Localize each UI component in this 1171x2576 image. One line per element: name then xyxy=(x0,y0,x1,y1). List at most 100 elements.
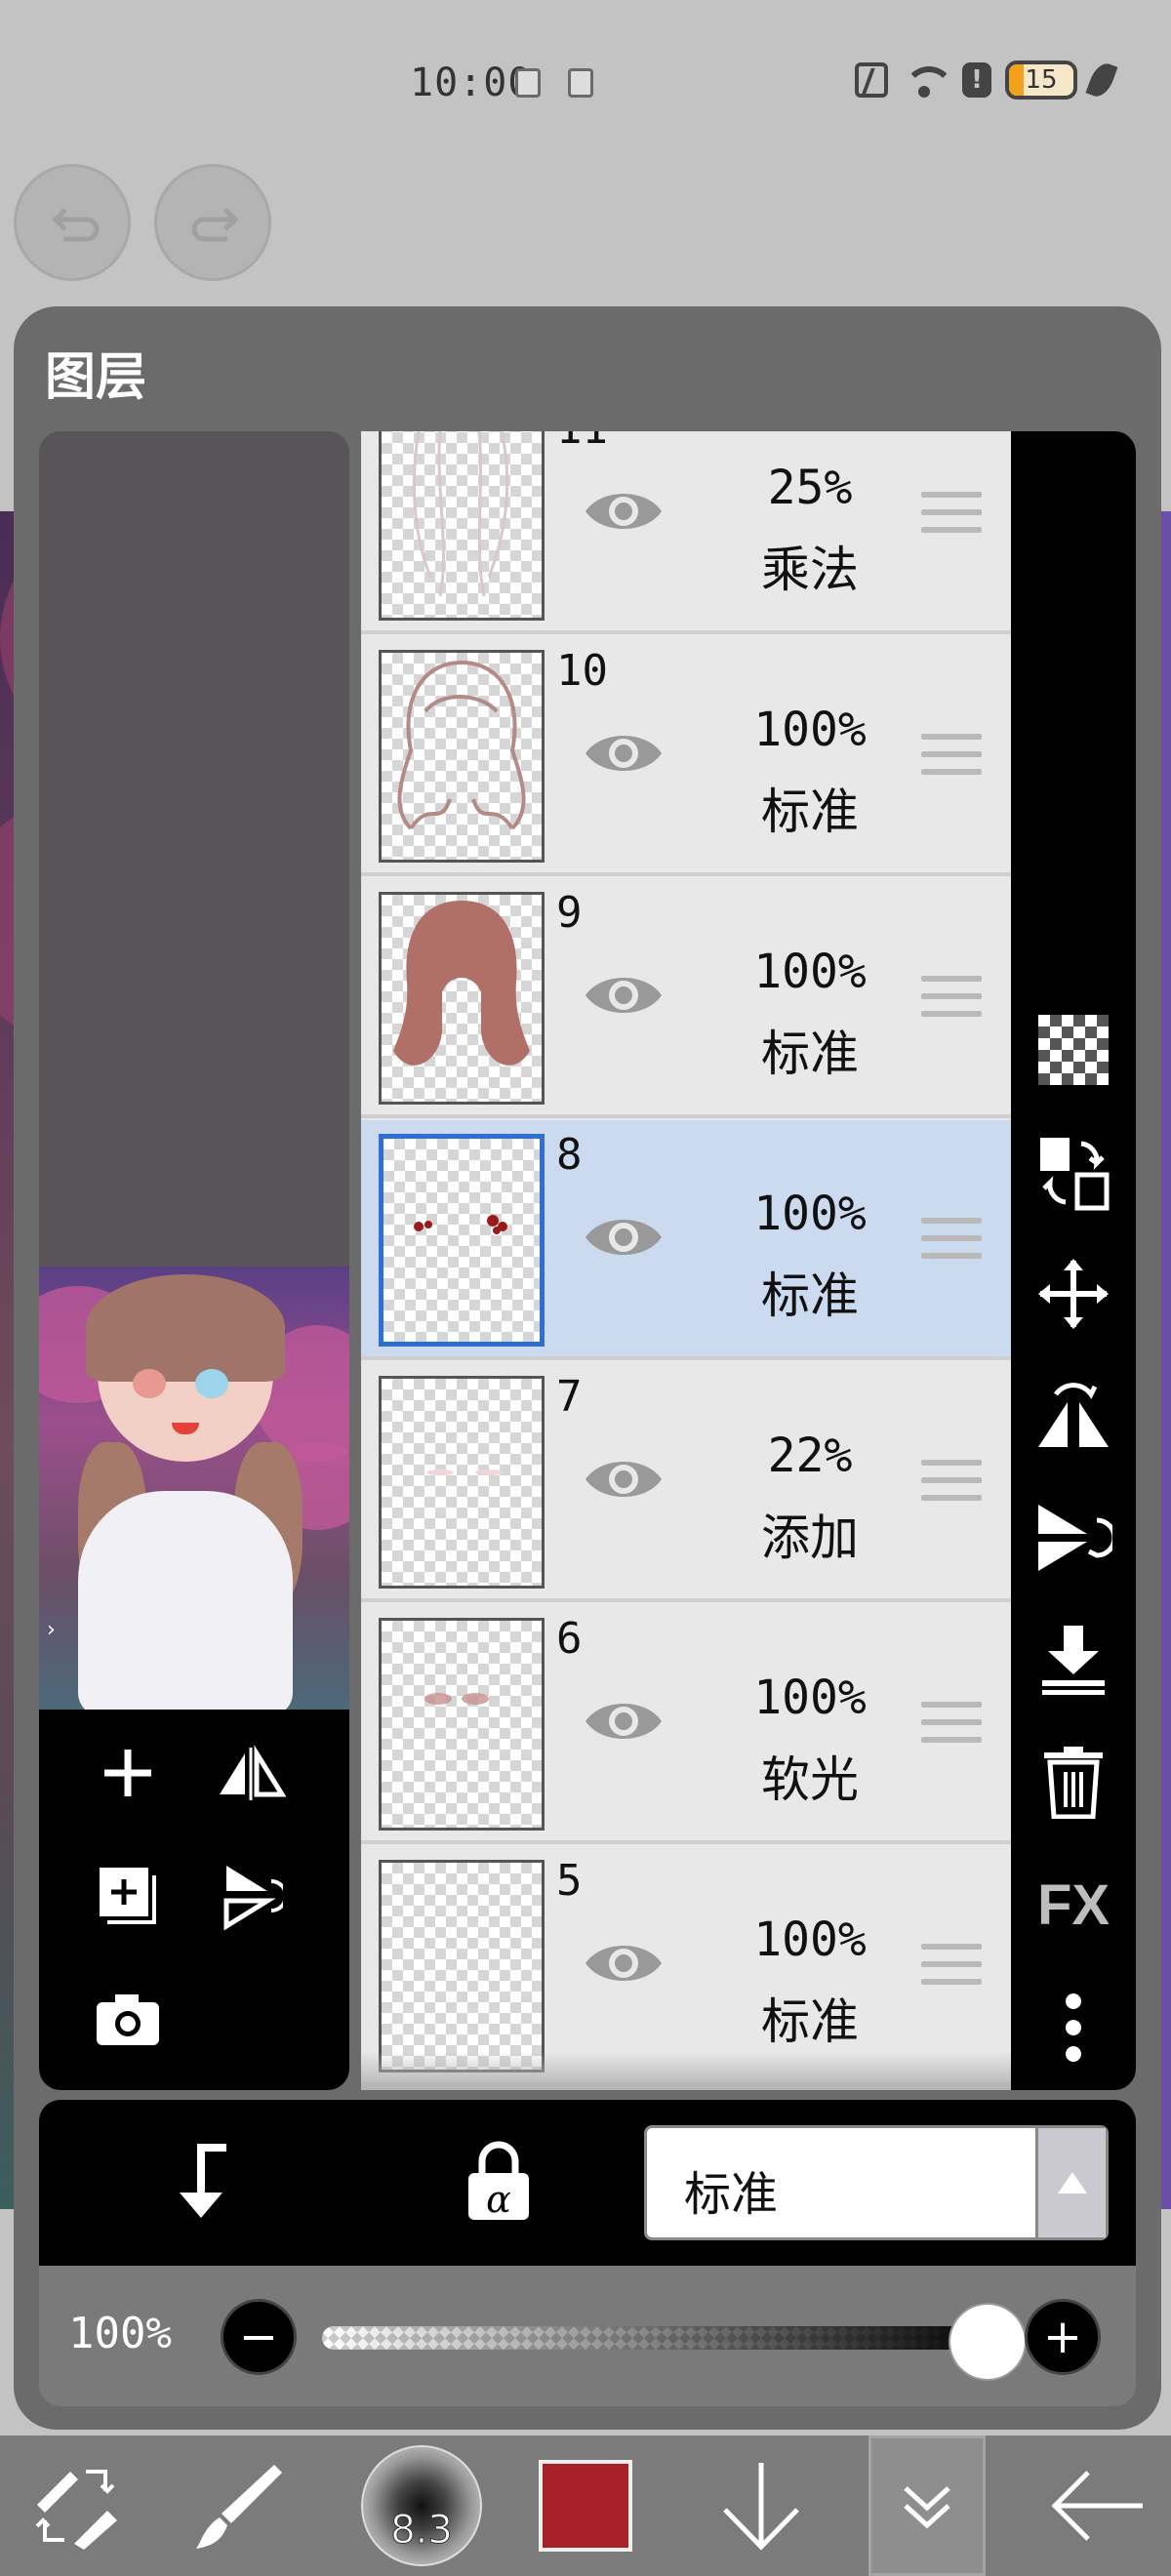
swap-layers-button[interactable] xyxy=(1025,1124,1122,1222)
dropdown-arrow-icon[interactable] xyxy=(1035,2128,1106,2237)
blend-mode-select[interactable]: 标准 xyxy=(644,2125,1109,2240)
drag-handle-icon[interactable] xyxy=(921,734,982,783)
bottom-toolbar: 8.3 xyxy=(0,2435,1171,2576)
fx-button[interactable]: FX xyxy=(1025,1856,1122,1953)
move-button[interactable] xyxy=(1025,1245,1122,1343)
redo-button[interactable] xyxy=(154,164,271,281)
flip-vertical-button[interactable] xyxy=(207,1852,295,1940)
drag-handle-icon[interactable] xyxy=(921,492,982,541)
opacity-slider[interactable] xyxy=(322,2326,1005,2350)
merge-down-icon xyxy=(1042,1626,1105,1695)
layer-thumbnail[interactable] xyxy=(379,1618,545,1831)
layer-number: 11 xyxy=(556,431,608,454)
panel-title: 图层 xyxy=(45,347,147,407)
camera-icon xyxy=(97,1994,159,2045)
brush-icon xyxy=(196,2465,282,2549)
drag-handle-icon[interactable] xyxy=(921,1702,982,1751)
layer-thumbnail[interactable] xyxy=(379,1134,545,1347)
layer-number: 5 xyxy=(556,1856,583,1906)
wifi-icon xyxy=(902,60,954,100)
move-icon xyxy=(1038,1259,1109,1329)
layer-number: 10 xyxy=(556,646,608,696)
list-scroll-fade xyxy=(361,2051,1011,2090)
tool-switch-button[interactable] xyxy=(21,2435,129,2576)
layer-blend-mode: 标准 xyxy=(761,784,859,840)
layer-row[interactable]: 11 25% 乘法 xyxy=(361,431,1011,634)
flip-horizontal-right-button[interactable] xyxy=(1025,1366,1122,1464)
drag-handle-icon[interactable] xyxy=(921,976,982,1025)
pen-eraser-swap-icon xyxy=(35,2470,117,2550)
layer-row[interactable]: 10 100% 标准 xyxy=(361,636,1011,876)
visibility-eye-icon[interactable] xyxy=(582,1936,666,1991)
layer-thumbnail[interactable] xyxy=(379,1860,545,2073)
nfc-icon xyxy=(855,62,888,98)
drag-handle-icon[interactable] xyxy=(921,1460,982,1509)
flip-horizontal-button[interactable] xyxy=(207,1729,295,1817)
layers-button[interactable] xyxy=(868,2435,986,2576)
visibility-eye-icon[interactable] xyxy=(582,1452,666,1507)
add-layer-button[interactable] xyxy=(84,1729,172,1817)
preview-expand-icon[interactable]: › xyxy=(47,1618,56,1642)
layer-opacity: 100% xyxy=(753,1670,867,1725)
visibility-eye-icon[interactable] xyxy=(582,1694,666,1749)
opacity-decrease-button[interactable]: − xyxy=(221,2299,297,2375)
delete-layer-button[interactable] xyxy=(1025,1733,1122,1831)
visibility-eye-icon[interactable] xyxy=(582,1210,666,1265)
layer-number: 6 xyxy=(556,1614,583,1664)
color-button[interactable] xyxy=(535,2435,636,2576)
brush-size-button[interactable]: 8.3 xyxy=(353,2435,490,2576)
status-bar: 10:00 ! 15 xyxy=(0,0,1171,156)
visibility-eye-icon[interactable] xyxy=(582,484,666,539)
layer-blend-mode: 软光 xyxy=(761,1751,859,1808)
transparency-button[interactable] xyxy=(1025,1001,1122,1099)
merge-down-button[interactable] xyxy=(1025,1610,1122,1708)
layer-thumbnail[interactable] xyxy=(379,892,545,1105)
preview-empty-area xyxy=(39,431,349,1267)
layer-opacity: 100% xyxy=(753,1912,867,1967)
drag-handle-icon[interactable] xyxy=(921,1944,982,1992)
camera-button[interactable] xyxy=(84,1975,172,2063)
minus-icon: − xyxy=(238,2310,279,2364)
plus-icon: + xyxy=(1042,2310,1083,2364)
alpha-lock-icon: α xyxy=(468,2141,529,2221)
battery-level: 15 xyxy=(1025,65,1058,95)
brush-tool-button[interactable] xyxy=(185,2435,293,2576)
opacity-increase-button[interactable]: + xyxy=(1025,2299,1101,2375)
visibility-eye-icon[interactable] xyxy=(582,726,666,781)
layer-row[interactable]: 6 100% 软光 xyxy=(361,1604,1011,1844)
layer-list[interactable]: 11 25% 乘法 10 100% 标准 9 100% 标准 8 100% 标准 7 22% 添加 6 100%… xyxy=(361,431,1011,2090)
add-copy-layer-button[interactable] xyxy=(84,1852,172,1940)
visibility-eye-icon[interactable] xyxy=(582,968,666,1023)
layer-row[interactable]: 8 100% 标准 xyxy=(361,1120,1011,1360)
layer-blend-mode: 标准 xyxy=(761,1026,859,1082)
alpha-lock-button[interactable]: α xyxy=(455,2137,543,2225)
preview-column: › xyxy=(39,431,349,2090)
flip-vertical-right-button[interactable] xyxy=(1025,1489,1122,1587)
more-options-button[interactable] xyxy=(1025,1979,1122,2076)
back-button[interactable] xyxy=(1034,2435,1161,2576)
opacity-slider-thumb[interactable] xyxy=(950,2305,1025,2379)
opacity-label: 100% xyxy=(68,2309,172,2358)
layer-thumbnail[interactable] xyxy=(379,431,545,621)
notification-icon xyxy=(515,68,541,98)
clipping-button[interactable] xyxy=(156,2139,244,2227)
layer-row[interactable]: 7 22% 添加 xyxy=(361,1362,1011,1602)
layers-panel: 图层 › 25% 乘法 10 100% 标准 9 100% 标准 8 100% … xyxy=(14,306,1161,2430)
current-color-swatch xyxy=(539,2460,632,2552)
undo-button[interactable] xyxy=(14,164,131,281)
flip-vertical-icon xyxy=(223,1866,283,1930)
layer-thumbnail[interactable] xyxy=(379,1376,545,1589)
canvas-preview[interactable]: › xyxy=(39,1267,349,1710)
layer-blend-mode: 标准 xyxy=(761,1268,859,1324)
chevron-double-down-icon xyxy=(904,2486,950,2529)
layer-row[interactable]: 9 100% 标准 xyxy=(361,878,1011,1118)
swap-layers-icon xyxy=(1040,1138,1110,1211)
blend-mode-value: 标准 xyxy=(684,2167,779,2222)
more-vertical-icon xyxy=(1066,1993,1081,2062)
layer-number: 8 xyxy=(556,1130,583,1180)
layer-blend-mode: 标准 xyxy=(761,1993,859,2050)
layer-thumbnail[interactable] xyxy=(379,650,545,863)
download-button[interactable] xyxy=(703,2435,820,2576)
redo-icon xyxy=(191,208,239,242)
drag-handle-icon[interactable] xyxy=(921,1218,982,1267)
